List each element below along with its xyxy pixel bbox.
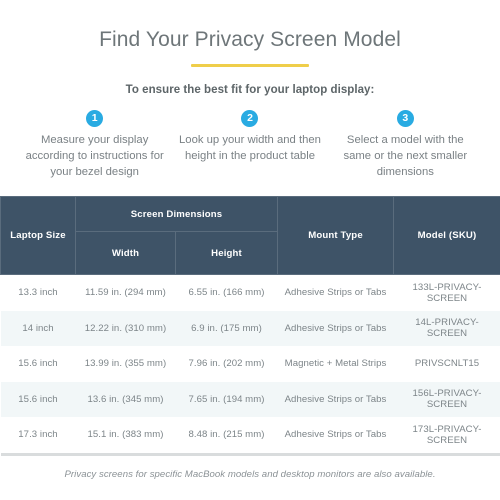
page-subtitle: To ensure the best fit for your laptop d… <box>125 84 375 97</box>
step-item-2: 2 Look up your width and then height in … <box>172 110 327 180</box>
column-group-header-screen-dimensions: Screen Dimensions <box>75 196 278 233</box>
cell-laptop-size: 13.3 inch <box>0 274 76 311</box>
cell-model-sku: 173L-PRIVACY-SCREEN <box>393 417 500 456</box>
table-header-row-top: Laptop Size Screen Dimensions Mount Type… <box>0 196 500 276</box>
cell-height: 7.96 in. (202 mm) <box>175 346 278 382</box>
cell-mount-type: Adhesive Strips or Tabs <box>277 274 394 311</box>
cell-model-sku: 14L-PRIVACY-SCREEN <box>393 310 500 347</box>
column-header-mount-type: Mount Type <box>277 196 394 276</box>
cell-model-sku: PRIVSCNLT15 <box>393 346 500 382</box>
step-number-badge-3: 3 <box>396 110 414 128</box>
cell-height: 7.65 in. (194 mm) <box>175 381 278 418</box>
steps-list: 1 Measure your display according to inst… <box>17 110 483 180</box>
cell-height: 8.48 in. (215 mm) <box>175 417 278 456</box>
column-header-width: Width <box>75 231 176 276</box>
footer-note: Privacy screens for specific MacBook mod… <box>64 468 436 480</box>
table-body: 13.3 inch 11.59 in. (294 mm) 6.55 in. (1… <box>0 274 500 456</box>
cell-width: 13.6 in. (345 mm) <box>75 381 176 418</box>
step-item-1: 1 Measure your display according to inst… <box>17 110 172 180</box>
cell-width: 12.22 in. (310 mm) <box>75 310 176 347</box>
cell-laptop-size: 17.3 inch <box>0 417 76 456</box>
cell-height: 6.55 in. (166 mm) <box>175 274 278 311</box>
cell-mount-type: Magnetic + Metal Strips <box>277 346 394 382</box>
cell-model-sku: 156L-PRIVACY-SCREEN <box>393 381 500 418</box>
cell-mount-type: Adhesive Strips or Tabs <box>277 381 394 418</box>
cell-laptop-size: 15.6 inch <box>0 346 76 382</box>
table-row: 14 inch 12.22 in. (310 mm) 6.9 in. (175 … <box>0 310 500 347</box>
table-row: 15.6 inch 13.6 in. (345 mm) 7.65 in. (19… <box>0 381 500 418</box>
cell-mount-type: Adhesive Strips or Tabs <box>277 417 394 456</box>
column-header-height: Height <box>175 231 278 276</box>
step-description-1: Measure your display according to instru… <box>25 134 164 179</box>
step-number-badge-2: 2 <box>241 110 259 128</box>
cell-width: 11.59 in. (294 mm) <box>75 274 176 311</box>
step-description-2: Look up your width and then height in th… <box>179 134 321 163</box>
column-header-laptop-size: Laptop Size <box>0 196 76 276</box>
column-header-model-sku: Model (SKU) <box>393 196 500 276</box>
cell-height: 6.9 in. (175 mm) <box>175 310 278 347</box>
table-row: 17.3 inch 15.1 in. (383 mm) 8.48 in. (21… <box>0 417 500 456</box>
product-table-container: Laptop Size Screen Dimensions Mount Type… <box>0 196 500 456</box>
table-row: 13.3 inch 11.59 in. (294 mm) 6.55 in. (1… <box>0 274 500 311</box>
table-row: 15.6 inch 13.99 in. (355 mm) 7.96 in. (2… <box>0 346 500 382</box>
cell-laptop-size: 14 inch <box>0 310 76 347</box>
step-number-badge-1: 1 <box>86 110 104 128</box>
cell-model-sku: 133L-PRIVACY-SCREEN <box>393 274 500 311</box>
step-description-3: Select a model with the same or the next… <box>343 134 468 179</box>
cell-width: 15.1 in. (383 mm) <box>75 417 176 456</box>
privacy-screen-model-finder: Find Your Privacy Screen Model To ensure… <box>0 0 500 500</box>
cell-laptop-size: 15.6 inch <box>0 381 76 418</box>
privacy-screen-model-table: Laptop Size Screen Dimensions Mount Type… <box>0 196 500 456</box>
table-header: Laptop Size Screen Dimensions Mount Type… <box>0 196 500 276</box>
step-item-3: 3 Select a model with the same or the ne… <box>328 110 483 180</box>
page-title: Find Your Privacy Screen Model <box>99 28 401 51</box>
cell-width: 13.99 in. (355 mm) <box>75 346 176 382</box>
cell-mount-type: Adhesive Strips or Tabs <box>277 310 394 347</box>
